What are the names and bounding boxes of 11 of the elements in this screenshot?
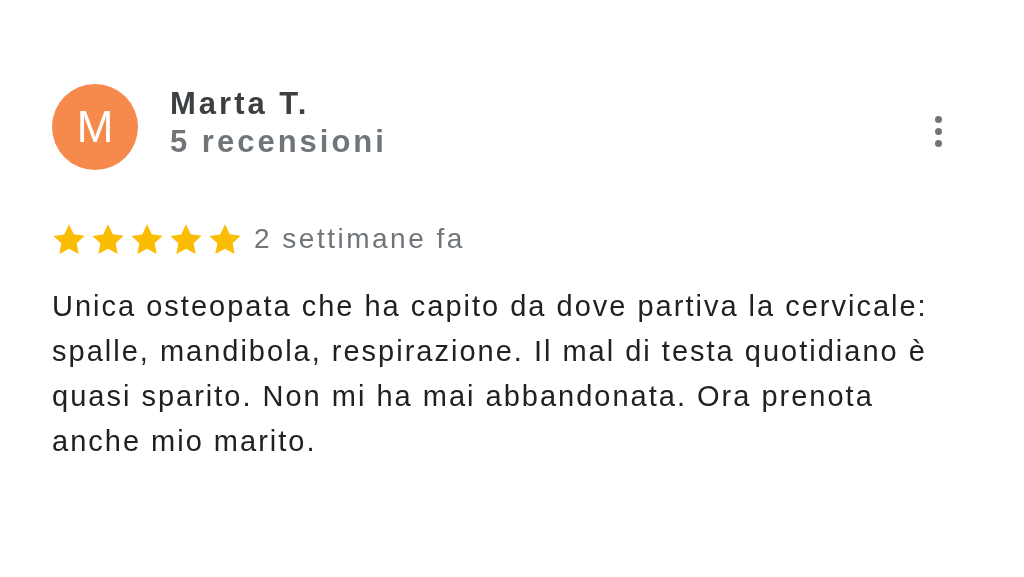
- review-count: 5 recensioni: [170, 123, 387, 161]
- avatar-letter: M: [76, 101, 114, 153]
- author-name: Marta T.: [170, 85, 311, 123]
- star-icon: [169, 222, 203, 256]
- review-text: Unica osteopata che ha capito da dove partiva la cervicale: spalle, mandibola, respirazione. Il mal di testa quotidiano è quasi sparito. Non mi ha mai abbandonata. Ora prenota anche mio marito.: [52, 289, 929, 459]
- review-time: 2 settimane fa: [254, 222, 465, 256]
- star-icon: [91, 222, 125, 256]
- star-icon: [52, 222, 86, 256]
- star-icon: [208, 222, 242, 256]
- star-icon: [130, 222, 164, 256]
- more-options-icon[interactable]: [933, 114, 944, 149]
